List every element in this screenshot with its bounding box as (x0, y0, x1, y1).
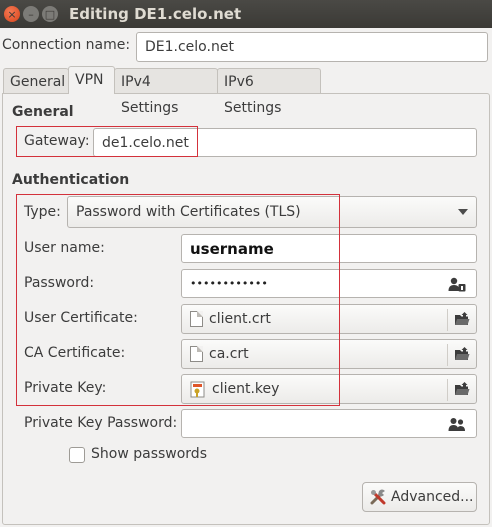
maximize-icon[interactable]: □ (42, 6, 58, 22)
minimize-icon[interactable]: – (23, 6, 39, 22)
dropdown-arrow-icon (458, 209, 468, 215)
tab-vpn-label: VPN (75, 72, 104, 88)
advanced-button[interactable]: Advanced... (362, 482, 477, 512)
tab-general-label: General (10, 74, 66, 90)
connection-name-input[interactable]: DE1.celo.net (136, 32, 488, 62)
authentication-heading: Authentication (12, 172, 130, 188)
private-key-password-label: Private Key Password: (24, 415, 178, 431)
file-button-separator (447, 309, 448, 331)
close-icon[interactable]: × (4, 6, 20, 22)
folder-open-icon[interactable] (454, 381, 470, 397)
window-title: Editing DE1.celo.net (69, 5, 242, 23)
advanced-button-label: Advanced... (391, 489, 474, 505)
tools-icon (370, 489, 386, 505)
connection-name-value: DE1.celo.net (145, 39, 234, 55)
tab-ipv4-settings[interactable]: IPv4 Settings (114, 68, 218, 116)
tab-bar: General VPN IPv4 Settings IPv6 Settings (0, 66, 492, 116)
connection-name-label: Connection name: (2, 37, 131, 53)
file-button-separator (447, 344, 448, 366)
show-passwords-label[interactable]: Show passwords (91, 446, 207, 462)
window-titlebar: × – □ Editing DE1.celo.net (0, 0, 492, 28)
user-password-icon[interactable] (448, 277, 466, 292)
tab-ipv6-settings[interactable]: IPv6 Settings (217, 68, 321, 116)
authentication-highlight-box (16, 194, 340, 406)
show-passwords-checkbox[interactable] (69, 447, 85, 463)
general-heading: General (12, 104, 74, 120)
tab-general[interactable]: General (3, 68, 69, 94)
tab-vpn[interactable]: VPN (68, 66, 115, 94)
folder-open-icon[interactable] (454, 311, 470, 327)
private-key-password-input[interactable] (181, 409, 477, 438)
gateway-highlight-box (16, 126, 198, 157)
user-group-icon[interactable] (448, 417, 466, 432)
file-button-separator (447, 379, 448, 401)
folder-open-icon[interactable] (454, 346, 470, 362)
